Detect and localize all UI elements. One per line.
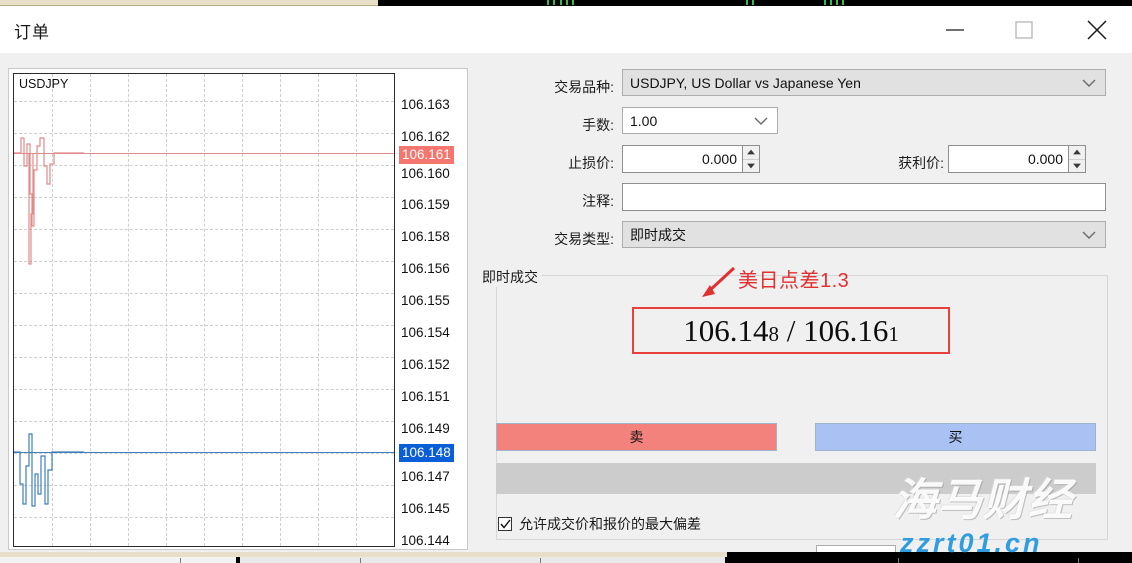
stepper-up-button[interactable] xyxy=(1069,146,1085,160)
maximize-icon xyxy=(1013,19,1035,41)
price-tick: 106.163 xyxy=(401,97,450,112)
chevron-down-icon xyxy=(1082,227,1096,243)
check-icon xyxy=(500,519,511,530)
quote-display: 106.148 / 106.161 xyxy=(632,307,950,354)
tick-chart-panel: USDJPY 106 xyxy=(8,68,468,550)
tick-chart[interactable]: USDJPY xyxy=(13,73,395,547)
take-profit-input[interactable]: 0.000 xyxy=(948,145,1070,173)
triangle-down-icon xyxy=(747,163,756,169)
background-tick-mark xyxy=(746,0,748,5)
stop-loss-label: 止损价: xyxy=(476,153,614,173)
take-profit-stepper[interactable] xyxy=(1068,145,1086,173)
symbol-value: USDJPY, US Dollar vs Japanese Yen xyxy=(630,75,861,91)
volume-select[interactable]: 1.00 xyxy=(622,107,778,134)
background-bottom-panel-left xyxy=(0,557,236,563)
execution-group-legend: 即时成交 xyxy=(480,267,542,287)
price-tick: 106.162 xyxy=(401,129,450,144)
stop-loss-value: 0.000 xyxy=(702,151,737,167)
triangle-down-icon xyxy=(1073,163,1082,169)
price-tick: 106.152 xyxy=(401,357,450,372)
ask-price-main: 106.16 xyxy=(803,313,888,348)
order-type-select[interactable]: 即时成交 xyxy=(622,221,1106,248)
background-tick-mark xyxy=(842,0,844,5)
sell-button[interactable]: 卖 xyxy=(496,423,777,451)
minimize-button[interactable] xyxy=(920,6,989,53)
price-tick: 106.158 xyxy=(401,229,450,244)
dialog-body: USDJPY 106 xyxy=(0,53,1132,553)
background-tick-mark xyxy=(836,0,838,5)
chevron-down-icon xyxy=(1082,75,1096,91)
price-tick: 106.147 xyxy=(401,469,450,484)
bid-price-main: 106.14 xyxy=(683,313,768,348)
volume-label: 手数: xyxy=(476,115,614,135)
sell-button-label: 卖 xyxy=(630,427,644,447)
bid-tick-polyline xyxy=(14,374,84,514)
quote-text: 106.148 / 106.161 xyxy=(683,315,899,346)
symbol-label: 交易品种: xyxy=(476,77,614,97)
stepper-up-button[interactable] xyxy=(743,146,759,160)
take-profit-value: 0.000 xyxy=(1028,151,1063,167)
background-tick-mark xyxy=(566,0,568,5)
close-icon xyxy=(1084,17,1110,43)
bid-price-last-digit: 8 xyxy=(768,322,779,346)
comment-input[interactable] xyxy=(622,183,1106,211)
background-tick-mark xyxy=(824,0,826,5)
stop-loss-input[interactable]: 0.000 xyxy=(622,145,744,173)
background-tick-mark xyxy=(553,0,555,5)
buy-button[interactable]: 买 xyxy=(815,423,1096,451)
price-tick: 106.149 xyxy=(401,421,450,436)
buy-button-label: 买 xyxy=(949,427,963,447)
background-tick-mark xyxy=(752,0,754,5)
symbol-select[interactable]: USDJPY, US Dollar vs Japanese Yen xyxy=(622,69,1106,96)
minimize-icon xyxy=(944,24,966,36)
price-axis: 106.163 106.162 106.161 106.160 106.159 … xyxy=(401,73,465,547)
take-profit-label: 获利价: xyxy=(806,153,944,173)
price-tick: 106.155 xyxy=(401,293,450,308)
price-tick: 106.154 xyxy=(401,325,450,340)
volume-value: 1.00 xyxy=(630,113,657,129)
price-tick: 106.151 xyxy=(401,389,450,404)
background-bottom-panel-right xyxy=(240,557,725,563)
maximize-button[interactable] xyxy=(989,6,1058,53)
price-tick: 106.159 xyxy=(401,197,450,212)
triangle-up-icon xyxy=(1073,149,1082,155)
background-tick-mark xyxy=(830,0,832,5)
stepper-down-button[interactable] xyxy=(743,160,759,173)
screen-root: 订单 xyxy=(0,0,1132,563)
background-tick-mark xyxy=(560,0,562,5)
annotation-arrow-icon xyxy=(698,265,738,304)
status-bar-disabled xyxy=(496,463,1096,494)
stop-loss-stepper[interactable] xyxy=(742,145,760,173)
comment-label: 注释: xyxy=(476,191,614,211)
spread-annotation: 美日点差1.3 xyxy=(738,264,849,293)
order-type-value: 即时成交 xyxy=(630,225,686,245)
triangle-up-icon xyxy=(747,149,756,155)
order-type-label: 交易类型: xyxy=(476,229,614,249)
background-tick-mark xyxy=(572,0,574,5)
stepper-down-button[interactable] xyxy=(1069,160,1085,173)
price-tick: 106.145 xyxy=(401,501,450,516)
price-tick: 106.144 xyxy=(401,533,450,548)
deviation-checkbox-row[interactable]: 允许成交价和报价的最大偏差 xyxy=(498,514,701,534)
order-form: 交易品种: USDJPY, US Dollar vs Japanese Yen … xyxy=(476,53,1132,553)
deviation-checkbox[interactable] xyxy=(498,517,512,531)
price-tick: 106.160 xyxy=(401,166,450,181)
chevron-down-icon xyxy=(754,113,768,129)
ask-price-last-digit: 1 xyxy=(888,322,899,346)
title-bar: 订单 xyxy=(0,6,1132,53)
ask-tick-polyline xyxy=(14,74,84,294)
deviation-checkbox-label: 允许成交价和报价的最大偏差 xyxy=(519,514,701,534)
price-tick: 106.156 xyxy=(401,261,450,276)
window-title: 订单 xyxy=(14,18,50,43)
bid-price-highlight: 106.148 xyxy=(399,444,454,462)
order-dialog: 订单 xyxy=(0,6,1132,553)
background-tick-mark xyxy=(547,0,549,5)
chart-symbol-label: USDJPY xyxy=(19,77,68,91)
close-button[interactable] xyxy=(1061,6,1132,53)
ask-price-highlight: 106.161 xyxy=(399,146,454,164)
